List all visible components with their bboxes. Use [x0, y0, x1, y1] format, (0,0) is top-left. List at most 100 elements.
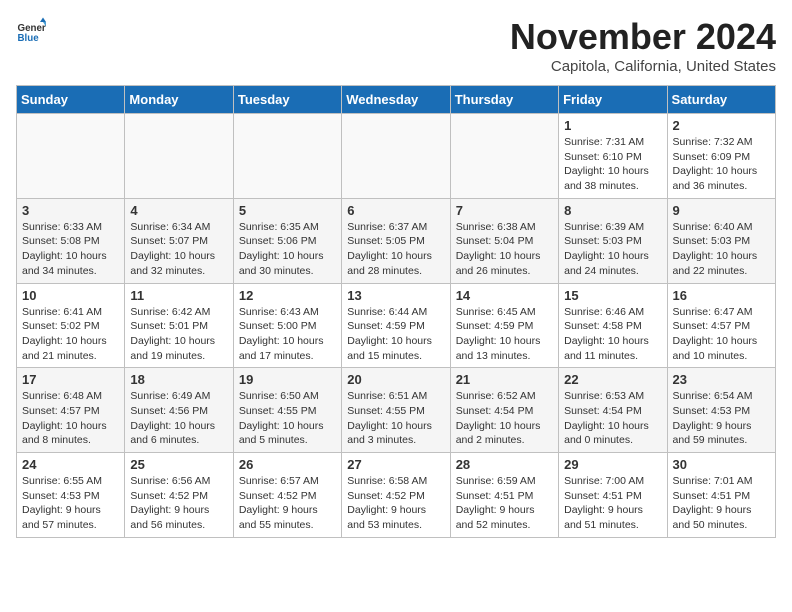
calendar-cell: 12 Sunrise: 6:43 AM Sunset: 5:00 PM Dayli… [233, 283, 341, 368]
day-number: 4 [130, 203, 227, 218]
day-info: Sunrise: 6:38 AM Sunset: 5:04 PM Dayligh… [456, 220, 553, 279]
day-info: Sunrise: 6:58 AM Sunset: 4:52 PM Dayligh… [347, 474, 444, 533]
day-info: Sunrise: 6:51 AM Sunset: 4:55 PM Dayligh… [347, 389, 444, 448]
day-info: Sunrise: 6:45 AM Sunset: 4:59 PM Dayligh… [456, 305, 553, 364]
calendar-cell [342, 114, 450, 199]
day-info: Sunrise: 7:00 AM Sunset: 4:51 PM Dayligh… [564, 474, 661, 533]
calendar-cell: 4 Sunrise: 6:34 AM Sunset: 5:07 PM Daylig… [125, 198, 233, 283]
logo: General Blue [16, 16, 46, 46]
calendar-cell [125, 114, 233, 199]
day-info: Sunrise: 6:52 AM Sunset: 4:54 PM Dayligh… [456, 389, 553, 448]
calendar-cell: 26 Sunrise: 6:57 AM Sunset: 4:52 PM Dayli… [233, 453, 341, 538]
calendar-cell: 16 Sunrise: 6:47 AM Sunset: 4:57 PM Dayli… [667, 283, 775, 368]
day-info: Sunrise: 6:40 AM Sunset: 5:03 PM Dayligh… [673, 220, 770, 279]
calendar-table: SundayMondayTuesdayWednesdayThursdayFrid… [16, 85, 776, 538]
calendar-cell: 27 Sunrise: 6:58 AM Sunset: 4:52 PM Dayli… [342, 453, 450, 538]
day-number: 30 [673, 457, 770, 472]
calendar-cell: 7 Sunrise: 6:38 AM Sunset: 5:04 PM Daylig… [450, 198, 558, 283]
calendar-cell: 9 Sunrise: 6:40 AM Sunset: 5:03 PM Daylig… [667, 198, 775, 283]
day-info: Sunrise: 6:50 AM Sunset: 4:55 PM Dayligh… [239, 389, 336, 448]
calendar-cell: 13 Sunrise: 6:44 AM Sunset: 4:59 PM Dayli… [342, 283, 450, 368]
day-header-sunday: Sunday [17, 86, 125, 114]
day-number: 6 [347, 203, 444, 218]
calendar-cell: 28 Sunrise: 6:59 AM Sunset: 4:51 PM Dayli… [450, 453, 558, 538]
day-info: Sunrise: 6:42 AM Sunset: 5:01 PM Dayligh… [130, 305, 227, 364]
calendar-cell: 5Sunrise: 6:35 AM Sunset: 5:06 PM Daylig… [233, 198, 341, 283]
calendar-cell: 3Sunrise: 6:33 AM Sunset: 5:08 PM Daylig… [17, 198, 125, 283]
calendar-cell: 1Sunrise: 7:31 AM Sunset: 6:10 PM Daylig… [559, 114, 667, 199]
calendar-body: 1Sunrise: 7:31 AM Sunset: 6:10 PM Daylig… [17, 114, 776, 538]
day-number: 7 [456, 203, 553, 218]
day-number: 11 [130, 288, 227, 303]
calendar-cell: 18Sunrise: 6:49 AM Sunset: 4:56 PM Dayli… [125, 368, 233, 453]
calendar-cell: 14 Sunrise: 6:45 AM Sunset: 4:59 PM Dayli… [450, 283, 558, 368]
day-info: Sunrise: 6:33 AM Sunset: 5:08 PM Dayligh… [22, 220, 119, 279]
day-number: 8 [564, 203, 661, 218]
day-header-monday: Monday [125, 86, 233, 114]
calendar-header-row: SundayMondayTuesdayWednesdayThursdayFrid… [17, 86, 776, 114]
day-info: Sunrise: 6:43 AM Sunset: 5:00 PM Dayligh… [239, 305, 336, 364]
day-info: Sunrise: 6:59 AM Sunset: 4:51 PM Dayligh… [456, 474, 553, 533]
day-number: 9 [673, 203, 770, 218]
day-number: 16 [673, 288, 770, 303]
day-number: 15 [564, 288, 661, 303]
day-info: Sunrise: 6:53 AM Sunset: 4:54 PM Dayligh… [564, 389, 661, 448]
day-number: 21 [456, 372, 553, 387]
day-number: 27 [347, 457, 444, 472]
calendar-cell: 22 Sunrise: 6:53 AM Sunset: 4:54 PM Dayli… [559, 368, 667, 453]
day-info: Sunrise: 6:54 AM Sunset: 4:53 PM Dayligh… [673, 389, 770, 448]
day-header-friday: Friday [559, 86, 667, 114]
day-number: 25 [130, 457, 227, 472]
calendar-week-4: 17 Sunrise: 6:48 AM Sunset: 4:57 PM Dayli… [17, 368, 776, 453]
calendar-week-3: 10Sunrise: 6:41 AM Sunset: 5:02 PM Dayli… [17, 283, 776, 368]
day-header-tuesday: Tuesday [233, 86, 341, 114]
day-number: 17 [22, 372, 119, 387]
day-info: Sunrise: 6:35 AM Sunset: 5:06 PM Dayligh… [239, 220, 336, 279]
day-header-wednesday: Wednesday [342, 86, 450, 114]
title-area: November 2024 Capitola, California, Unit… [510, 16, 776, 75]
calendar-cell: 23Sunrise: 6:54 AM Sunset: 4:53 PM Dayli… [667, 368, 775, 453]
svg-text:Blue: Blue [18, 33, 40, 44]
calendar-week-5: 24Sunrise: 6:55 AM Sunset: 4:53 PM Dayli… [17, 453, 776, 538]
location-title: Capitola, California, United States [510, 58, 776, 75]
calendar-cell: 29 Sunrise: 7:00 AM Sunset: 4:51 PM Dayli… [559, 453, 667, 538]
day-number: 18 [130, 372, 227, 387]
calendar-cell: 8 Sunrise: 6:39 AM Sunset: 5:03 PM Daylig… [559, 198, 667, 283]
calendar-cell: 30 Sunrise: 7:01 AM Sunset: 4:51 PM Dayli… [667, 453, 775, 538]
day-number: 14 [456, 288, 553, 303]
day-number: 29 [564, 457, 661, 472]
calendar-cell [450, 114, 558, 199]
day-number: 26 [239, 457, 336, 472]
calendar-cell: 6 Sunrise: 6:37 AM Sunset: 5:05 PM Daylig… [342, 198, 450, 283]
day-info: Sunrise: 7:32 AM Sunset: 6:09 PM Dayligh… [673, 135, 770, 194]
day-number: 1 [564, 118, 661, 133]
day-info: Sunrise: 6:39 AM Sunset: 5:03 PM Dayligh… [564, 220, 661, 279]
day-header-thursday: Thursday [450, 86, 558, 114]
calendar-cell: 20 Sunrise: 6:51 AM Sunset: 4:55 PM Dayli… [342, 368, 450, 453]
calendar-cell [17, 114, 125, 199]
day-info: Sunrise: 6:48 AM Sunset: 4:57 PM Dayligh… [22, 389, 119, 448]
calendar-cell: 25Sunrise: 6:56 AM Sunset: 4:52 PM Dayli… [125, 453, 233, 538]
day-number: 28 [456, 457, 553, 472]
header: General Blue November 2024 Capitola, Cal… [16, 16, 776, 75]
month-title: November 2024 [510, 16, 776, 58]
day-info: Sunrise: 6:34 AM Sunset: 5:07 PM Dayligh… [130, 220, 227, 279]
day-info: Sunrise: 6:37 AM Sunset: 5:05 PM Dayligh… [347, 220, 444, 279]
day-info: Sunrise: 6:44 AM Sunset: 4:59 PM Dayligh… [347, 305, 444, 364]
day-number: 22 [564, 372, 661, 387]
calendar-cell [233, 114, 341, 199]
logo-icon: General Blue [16, 16, 46, 46]
day-number: 13 [347, 288, 444, 303]
day-info: Sunrise: 6:47 AM Sunset: 4:57 PM Dayligh… [673, 305, 770, 364]
day-number: 2 [673, 118, 770, 133]
day-info: Sunrise: 6:57 AM Sunset: 4:52 PM Dayligh… [239, 474, 336, 533]
calendar-week-1: 1Sunrise: 7:31 AM Sunset: 6:10 PM Daylig… [17, 114, 776, 199]
day-number: 12 [239, 288, 336, 303]
calendar-cell: 17 Sunrise: 6:48 AM Sunset: 4:57 PM Dayli… [17, 368, 125, 453]
day-number: 19 [239, 372, 336, 387]
day-info: Sunrise: 7:01 AM Sunset: 4:51 PM Dayligh… [673, 474, 770, 533]
day-header-saturday: Saturday [667, 86, 775, 114]
day-info: Sunrise: 6:41 AM Sunset: 5:02 PM Dayligh… [22, 305, 119, 364]
calendar-cell: 24Sunrise: 6:55 AM Sunset: 4:53 PM Dayli… [17, 453, 125, 538]
day-number: 20 [347, 372, 444, 387]
